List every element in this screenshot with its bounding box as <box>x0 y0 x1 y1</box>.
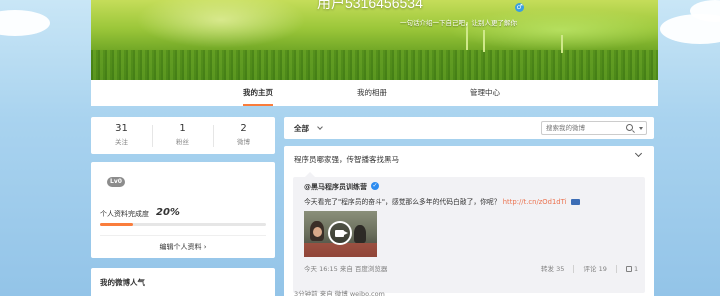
stat-posts[interactable]: 2 微博 <box>213 117 274 146</box>
repost-link[interactable]: http://t.cn/zOd1dTi <box>503 198 567 206</box>
popularity-title: 我的微博人气 <box>100 278 145 287</box>
chevron-down-icon[interactable] <box>634 149 643 158</box>
cover-grass <box>91 50 658 80</box>
profile-tabbar: 我的主页 我的相册 管理中心 <box>91 80 658 106</box>
stat-followers[interactable]: 1 粉丝 <box>152 117 213 146</box>
cloud-decoration <box>0 10 50 36</box>
edit-profile-link[interactable]: 编辑个人资料 › <box>91 242 275 252</box>
completion-progress-bar <box>100 223 266 226</box>
forward-button[interactable]: 转发 35 <box>541 265 564 273</box>
completion-progress-fill <box>100 223 134 226</box>
tab-manage-center[interactable]: 管理中心 <box>470 80 500 106</box>
repost-card: @黑马程序员训练营 ✓ 今天看完了"程序员的奋斗"，感觉那么多年的代码白敲了，你… <box>293 172 645 293</box>
divider <box>615 265 617 273</box>
feed-post: 程序员哪家强，传智播客找黑马 @黑马程序员训练营 ✓ 今天看完了"程序员的奋斗"… <box>284 146 654 296</box>
stat-value: 2 <box>240 123 247 134</box>
tab-my-album[interactable]: 我的相册 <box>357 80 387 106</box>
stat-label: 粉丝 <box>176 138 189 146</box>
post-footer: 3分钟前 来自 微博 weibo.com <box>294 290 385 296</box>
thumbnail-person <box>313 227 322 237</box>
stats-panel: 31 关注 1 粉丝 2 微博 <box>91 117 275 154</box>
profile-cover: 用户5316456534 ♂ 一句话介绍一下自己吧，让别人更了解你 <box>91 0 658 80</box>
caret-down-icon[interactable] <box>639 127 643 130</box>
filter-all-dropdown[interactable]: 全部 <box>294 123 323 134</box>
completion-value: 20% <box>156 207 180 218</box>
chevron-down-icon <box>316 124 323 130</box>
popularity-panel: 我的微博人气 <box>91 268 275 296</box>
comment-button[interactable]: 评论 19 <box>584 265 607 273</box>
profile-bio[interactable]: 一句话介绍一下自己吧，让别人更了解你 <box>400 17 517 27</box>
like-button[interactable]: 1 <box>626 265 638 273</box>
stat-label: 关注 <box>115 138 128 146</box>
video-thumbnail[interactable] <box>304 211 377 257</box>
profile-username: 用户5316456534 <box>317 0 423 11</box>
post-text: 程序员哪家强，传智播客找黑马 <box>294 155 399 164</box>
level-badge[interactable]: Lv0 <box>107 177 125 187</box>
completion-label: 个人资料完成度 <box>100 210 149 218</box>
repost-source-user[interactable]: @黑马程序员训练营 <box>304 182 367 192</box>
stat-following[interactable]: 31 关注 <box>91 117 152 146</box>
camera-icon <box>335 230 348 237</box>
like-count: 1 <box>634 265 639 273</box>
divider <box>573 265 575 273</box>
feed-filter-bar: 全部 <box>284 117 654 139</box>
thumbs-up-icon <box>626 266 632 272</box>
repost-body-text: 今天看完了"程序员的奋斗"，感觉那么多年的代码白敲了，你呢？ <box>304 198 501 206</box>
thumbnail-person <box>304 243 377 257</box>
cover-sprout <box>483 30 485 52</box>
search-input[interactable] <box>546 123 626 133</box>
stat-value: 1 <box>179 123 186 134</box>
male-icon: ♂ <box>515 3 524 12</box>
search-box <box>541 121 647 135</box>
verified-icon: ✓ <box>371 182 379 190</box>
play-icon[interactable] <box>328 221 352 245</box>
stat-label: 微博 <box>237 138 250 146</box>
tab-my-home[interactable]: 我的主页 <box>243 80 273 106</box>
divider <box>100 235 266 236</box>
filter-all-label: 全部 <box>294 124 309 133</box>
repost-body: 今天看完了"程序员的奋斗"，感觉那么多年的代码白敲了，你呢？ http://t.… <box>304 196 580 206</box>
stat-value: 31 <box>115 123 128 134</box>
video-icon <box>570 199 580 205</box>
search-icon[interactable] <box>626 124 633 131</box>
cover-sprout <box>561 35 563 53</box>
repost-actions: 转发 35 评论 19 1 <box>541 263 638 273</box>
profile-info-panel: Lv0 个人资料完成度 20% 编辑个人资料 › <box>91 162 275 258</box>
repost-meta: 今天 16:15 来自 百度浏览器 <box>304 265 388 273</box>
thumbnail-person <box>354 225 366 243</box>
